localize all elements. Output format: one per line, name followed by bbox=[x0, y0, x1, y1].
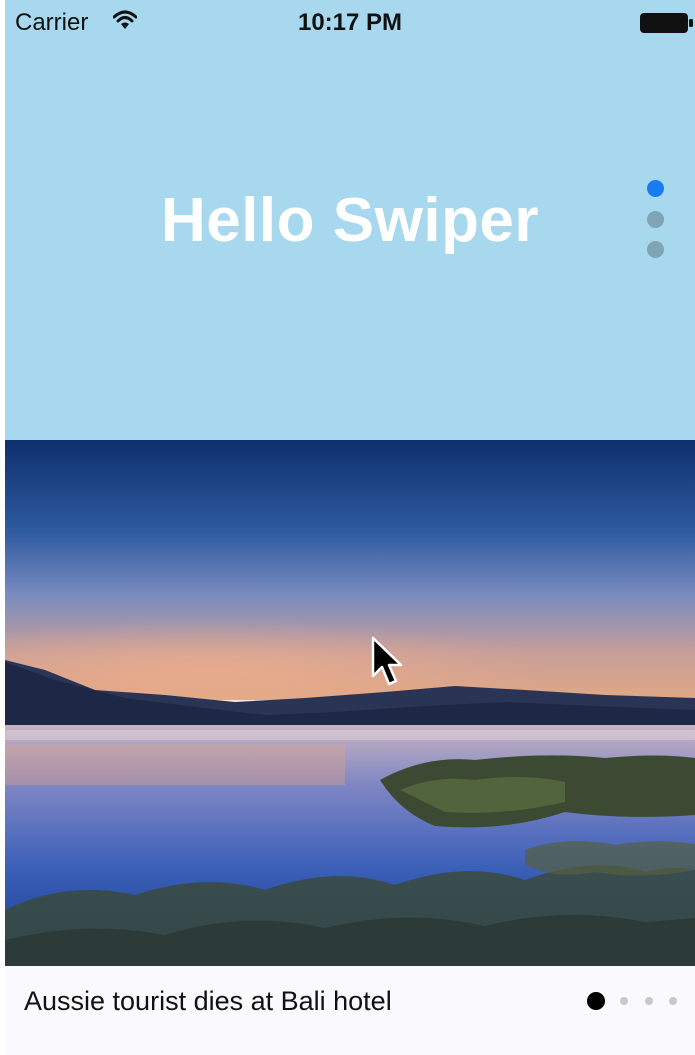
pagination-bullet[interactable] bbox=[647, 211, 664, 228]
arrow-cursor-icon bbox=[371, 636, 403, 686]
pagination-bullet[interactable] bbox=[669, 997, 677, 1005]
top-swiper[interactable]: Carrier 10:17 PM Hello Swiper bbox=[5, 0, 695, 440]
horizontal-pagination bbox=[587, 992, 687, 1012]
pagination-bullet[interactable] bbox=[620, 997, 628, 1005]
status-bar: Carrier 10:17 PM bbox=[5, 0, 695, 44]
pagination-bullet[interactable] bbox=[647, 241, 664, 258]
battery-icon bbox=[640, 13, 693, 33]
phone-screen: Carrier 10:17 PM Hello Swiper Aussie tou… bbox=[5, 0, 695, 1055]
status-time: 10:17 PM bbox=[297, 9, 403, 36]
pagination-bullet-active[interactable] bbox=[647, 180, 664, 197]
lake-landscape-image[interactable] bbox=[5, 440, 695, 966]
slide-title: Hello Swiper bbox=[160, 186, 540, 255]
vertical-pagination bbox=[647, 180, 665, 260]
pagination-bullet-active[interactable] bbox=[587, 992, 605, 1010]
caption-bar: Aussie tourist dies at Bali hotel bbox=[5, 966, 695, 1055]
image-caption[interactable]: Aussie tourist dies at Bali hotel bbox=[24, 986, 392, 1017]
pagination-bullet[interactable] bbox=[645, 997, 653, 1005]
